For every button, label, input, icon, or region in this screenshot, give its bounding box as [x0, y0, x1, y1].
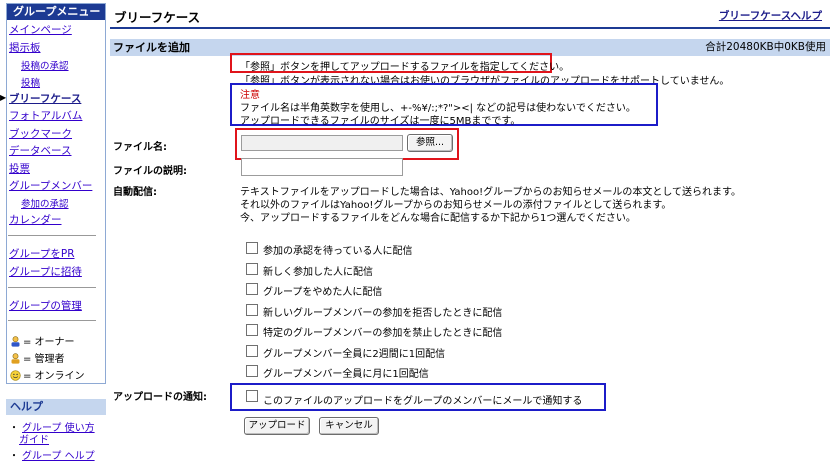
section-title: ファイルを追加	[113, 41, 190, 54]
owner-icon	[10, 336, 21, 347]
storage-usage: 合計20480KB中0KB使用	[705, 41, 826, 53]
option-checkbox[interactable]	[246, 304, 258, 316]
bullet-icon: ・	[9, 423, 19, 434]
auto-delivery-label: 自動配信:	[113, 187, 157, 198]
legend-admin: = 管理者	[10, 350, 65, 365]
option-label: 新しく参加した人に配信	[263, 267, 373, 278]
current-page-arrow-icon: ▶	[0, 93, 7, 102]
option-checkbox[interactable]	[246, 365, 258, 377]
page-title: ブリーフケース	[114, 10, 201, 25]
sidebar-divider	[8, 287, 96, 288]
file-description-label: ファイルの説明:	[113, 166, 187, 177]
sidebar-item-database[interactable]: データベース	[9, 143, 71, 158]
option-checkbox[interactable]	[246, 283, 258, 295]
title-rule	[110, 27, 830, 29]
instruction-browse: 「参照」ボタンを押してアップロードするファイルを指定してください。	[240, 62, 570, 73]
notify-option-label: このファイルのアップロードをグループのメンバーにメールで通知する	[263, 396, 583, 407]
sidebar-item-bookmark[interactable]: ブックマーク	[9, 126, 72, 141]
help-title: ヘルプ	[6, 399, 106, 415]
group-menu-title: グループメニュー	[7, 4, 105, 20]
option-checkbox[interactable]	[246, 242, 258, 254]
option-label: 特定のグループメンバーの参加を禁止したときに配信	[263, 328, 503, 339]
notify-checkbox[interactable]	[246, 390, 258, 402]
legend-online-label: = オンライン	[23, 371, 85, 382]
sidebar-item-post-approval[interactable]: 投稿の承認	[21, 58, 69, 72]
briefcase-help-link[interactable]: ブリーフケースヘルプ	[719, 8, 822, 23]
file-description-input[interactable]	[241, 158, 403, 176]
sidebar-item-join-approval[interactable]: 参加の承認	[21, 196, 69, 210]
sidebar-divider	[8, 320, 96, 321]
file-name-label: ファイル名:	[113, 142, 167, 153]
legend-owner-label: = オーナー	[23, 337, 75, 348]
upload-notify-label: アップロードの通知:	[113, 392, 207, 403]
sidebar-item-invite[interactable]: グループに招待	[9, 264, 82, 279]
sidebar-item-post[interactable]: 投稿	[21, 75, 40, 89]
sidebar-item-main-page[interactable]: メインページ	[9, 22, 72, 37]
sidebar-item-briefcase[interactable]: ブリーフケース	[9, 91, 81, 106]
sidebar-item-group-admin[interactable]: グループの管理	[9, 298, 82, 313]
option-label: 参加の承認を待っている人に配信	[263, 246, 413, 257]
sidebar-item-group-members[interactable]: グループメンバー	[9, 178, 92, 193]
help-guide-label-cont[interactable]: ガイド	[19, 431, 49, 446]
option-label: 新しいグループメンバーの参加を拒否したときに配信	[263, 308, 503, 319]
option-label: グループメンバー全員に月に1回配信	[263, 369, 429, 380]
notice-size-limit: アップロードできるファイルのサイズは一度に5MBまでです。	[240, 116, 521, 127]
main-content: ブリーフケース ブリーフケースヘルプ ファイルを追加 合計20480KB中0KB…	[110, 0, 832, 467]
option-label: グループをやめた人に配信	[263, 287, 383, 298]
browse-button[interactable]: 参照...	[407, 134, 453, 152]
cancel-button[interactable]: キャンセル	[319, 417, 379, 435]
upload-button[interactable]: アップロード	[244, 417, 310, 435]
option-checkbox[interactable]	[246, 324, 258, 336]
option-label: グループメンバー全員に2週間に1回配信	[263, 349, 446, 360]
help-help-label[interactable]: グループ ヘルプ	[22, 451, 95, 462]
online-icon	[10, 370, 21, 381]
bullet-icon: ・	[9, 451, 19, 462]
sidebar-divider	[8, 235, 96, 236]
legend-owner: = オーナー	[10, 333, 75, 348]
sidebar-item-poll[interactable]: 投票	[9, 161, 30, 176]
file-path-input[interactable]	[241, 135, 403, 151]
sidebar: グループメニュー メインページ 掲示板 投稿の承認 投稿 ▶ ブリーフケース フ…	[0, 0, 108, 467]
option-checkbox[interactable]	[246, 263, 258, 275]
sidebar-item-photo-album[interactable]: フォトアルバム	[9, 108, 82, 123]
sidebar-item-board[interactable]: 掲示板	[9, 40, 41, 55]
legend-online: = オンライン	[10, 367, 85, 382]
auto-delivery-text-3: 今、アップロードするファイルをどんな場合に配信するか下記から1つ選んでください。	[240, 213, 636, 224]
admin-icon	[10, 353, 21, 364]
legend-admin-label: = 管理者	[23, 354, 65, 365]
sidebar-item-group-pr[interactable]: グループをPR	[9, 246, 75, 261]
help-item-help[interactable]: ・グループ ヘルプ	[9, 447, 95, 462]
option-checkbox[interactable]	[246, 345, 258, 357]
sidebar-item-calendar[interactable]: カレンダー	[9, 212, 62, 227]
